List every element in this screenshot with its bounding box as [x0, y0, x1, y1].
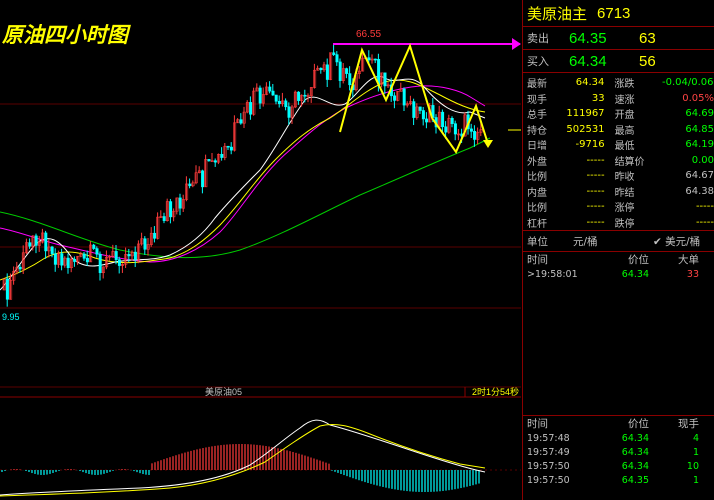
- quote-label: 昨收: [614, 172, 635, 184]
- quote-label: 比例: [527, 172, 547, 184]
- quote-value: 502531: [566, 123, 605, 135]
- quote-row: 杠杆 ----- 跌停 -----: [523, 215, 714, 231]
- big-orders-header: 时间 价位 大单: [527, 254, 699, 266]
- volume-cell: 1: [692, 446, 699, 458]
- time-cell: 19:57:50: [527, 460, 570, 472]
- big-order-row[interactable]: >19:58:01 64.34 33: [523, 267, 714, 281]
- quote-label: 持仓: [527, 125, 547, 137]
- tick-row[interactable]: 19:57:50 64.35 1: [523, 473, 714, 487]
- buy-label: 买入: [527, 56, 549, 68]
- price-cell: 64.34: [621, 432, 649, 444]
- price-cell: 64.34: [621, 268, 649, 280]
- quote-row: 总手 111967 开盘 64.69: [523, 106, 714, 122]
- instrument-header: 美原油主 6713: [523, 0, 714, 27]
- quote-label: 最低: [614, 141, 635, 153]
- price-cell: 64.35: [621, 474, 649, 486]
- sell-price: 64.35: [569, 29, 607, 47]
- quote-row: 外盘 ----- 结算价 0.00: [523, 153, 714, 169]
- sell-row: 卖出 64.35 63: [523, 27, 714, 49]
- quote-value: -----: [586, 170, 605, 182]
- quote-value: -----: [695, 201, 714, 213]
- big-orders-list: >19:58:01 64.34 33: [523, 267, 714, 281]
- volume-cell: 10: [686, 460, 699, 472]
- quote-value: -----: [586, 154, 605, 166]
- quote-value: 111967: [566, 108, 605, 120]
- quote-label: 比例: [527, 203, 547, 215]
- quote-value: 64.67: [685, 170, 714, 182]
- quote-label: 最高: [614, 125, 635, 137]
- quote-row: 比例 ----- 涨停 -----: [523, 199, 714, 215]
- peak-price-label: 66.55: [356, 29, 381, 40]
- ticks-list: 19:57:48 64.34 4 19:57:49 64.34 1 19:57:50 64.3…: [523, 431, 714, 487]
- quote-label: 最新: [527, 79, 547, 91]
- time-cell: 19:57:48: [527, 432, 570, 444]
- tick-row[interactable]: 19:57:49 64.34 1: [523, 445, 714, 459]
- quote-grid: 最新 64.34 涨跌 -0.04/0.06% 现手 33 速涨 0.05% 总手 111967 开…: [523, 73, 714, 230]
- quote-row: 最新 64.34 涨跌 -0.04/0.06%: [523, 75, 714, 91]
- quote-label: 涨跌: [614, 79, 635, 91]
- quote-row: 比例 ----- 昨收 64.67: [523, 168, 714, 184]
- buy-volume: 56: [639, 52, 656, 70]
- quote-value: 0.05%: [682, 92, 714, 104]
- sell-volume: 63: [639, 29, 656, 47]
- quote-value: 33: [591, 92, 605, 104]
- quote-value: -0.04/0.06%: [662, 77, 714, 89]
- volume-cell: 1: [692, 474, 699, 486]
- quote-value: 64.34: [575, 77, 605, 89]
- quote-label: 杠杆: [527, 218, 547, 230]
- quote-value: -----: [695, 216, 714, 228]
- tick-row[interactable]: 19:57:50 64.34 10: [523, 459, 714, 473]
- volume-cell: 33: [686, 268, 699, 280]
- quote-label: 结算价: [614, 156, 645, 168]
- quote-panel: 美原油主 6713 卖出 64.35 63 买入 64.34 56 最新 64.3…: [522, 0, 714, 500]
- sell-label: 卖出: [527, 33, 549, 45]
- quote-value: 64.85: [685, 123, 714, 135]
- price-cell: 64.34: [621, 460, 649, 472]
- quote-value: 64.38: [685, 185, 714, 197]
- quote-label: 总手: [527, 110, 547, 122]
- quote-row: 日增 -9716 最低 64.19: [523, 137, 714, 153]
- quote-value: -9716: [575, 139, 605, 151]
- volume-cell: 4: [692, 432, 699, 444]
- unit-usd-check[interactable]: ✔ 美元/桶: [653, 234, 700, 249]
- quote-label: 现手: [527, 94, 547, 106]
- quote-label: 日增: [527, 141, 547, 153]
- price-cell: 64.34: [621, 446, 649, 458]
- unit-label: 单位: [527, 235, 548, 248]
- countdown-label: 2时1分54秒: [472, 386, 519, 397]
- instrument-code: 6713: [597, 4, 631, 22]
- unit-row[interactable]: 单位 元/桶 ✔ 美元/桶: [523, 230, 714, 252]
- chart-title: 原油四小时图: [2, 24, 131, 47]
- indicator-name: 美原油05: [205, 386, 242, 397]
- quote-label: 外盘: [527, 156, 547, 168]
- quote-label: 速涨: [614, 94, 635, 106]
- unit-value[interactable]: 元/桶: [573, 234, 653, 249]
- tick-row[interactable]: 19:57:48 64.34 4: [523, 431, 714, 445]
- quote-label: 昨结: [614, 187, 635, 199]
- quote-row: 内盘 ----- 昨结 64.38: [523, 184, 714, 200]
- quote-value: 64.19: [685, 139, 714, 151]
- quote-value: -----: [586, 185, 605, 197]
- ticks-header: 时间 价位 现手: [527, 418, 699, 430]
- low-price-label: 9.95: [2, 312, 20, 322]
- quote-label: 涨停: [614, 203, 635, 215]
- quote-value: -----: [586, 201, 605, 213]
- buy-row: 买入 64.34 56: [523, 50, 714, 72]
- quote-label: 开盘: [614, 110, 635, 122]
- time-cell: 19:57:50: [527, 474, 570, 486]
- quote-label: 跌停: [614, 218, 635, 230]
- time-cell: >19:58:01: [527, 268, 578, 280]
- instrument-name: 美原油主: [527, 5, 588, 23]
- quote-value: 64.69: [685, 108, 714, 120]
- quote-value: -----: [586, 216, 605, 228]
- quote-label: 内盘: [527, 187, 547, 199]
- buy-price: 64.34: [569, 52, 607, 70]
- price-chart[interactable]: 66.55 原油四小时图 9.95 美原油05 2时1分54秒: [0, 0, 521, 500]
- quote-row: 现手 33 速涨 0.05%: [523, 91, 714, 107]
- quote-value: 0.00: [691, 154, 714, 166]
- quote-row: 持仓 502531 最高 64.85: [523, 122, 714, 138]
- time-cell: 19:57:49: [527, 446, 570, 458]
